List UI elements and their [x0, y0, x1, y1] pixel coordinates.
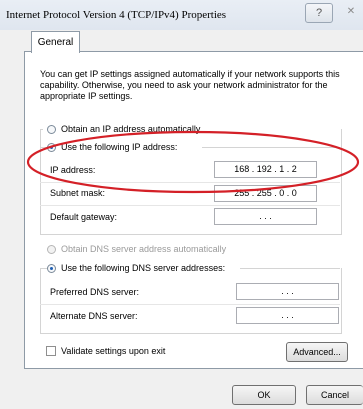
alternate-dns-label: Alternate DNS server:: [50, 311, 138, 321]
close-button[interactable]: ✕: [340, 3, 362, 21]
obtain-ip-auto-radio[interactable]: [47, 125, 56, 134]
use-following-dns-radio[interactable]: [47, 264, 56, 273]
default-gateway-label: Default gateway:: [50, 212, 118, 222]
alternate-dns-field[interactable]: . . .: [236, 307, 339, 324]
description-text: You can get IP settings assigned automat…: [40, 69, 340, 101]
ip-address-field[interactable]: 168 . 192 . 1 . 2: [214, 161, 317, 178]
row-divider: [40, 182, 340, 183]
preferred-dns-field[interactable]: . . .: [236, 283, 339, 300]
subnet-mask-field[interactable]: 255 . 255 . 0 . 0: [214, 185, 317, 202]
help-button[interactable]: ?: [305, 3, 333, 23]
use-following-ip-label[interactable]: Use the following IP address:: [61, 142, 177, 152]
validate-label[interactable]: Validate settings upon exit: [61, 346, 165, 356]
row-divider: [40, 205, 340, 206]
cancel-button[interactable]: Cancel: [306, 385, 363, 405]
obtain-dns-auto-label[interactable]: Obtain DNS server address automatically: [61, 244, 226, 254]
obtain-ip-auto-label[interactable]: Obtain an IP address automatically: [61, 124, 200, 134]
help-icon: ?: [315, 7, 323, 19]
advanced-button[interactable]: Advanced...: [286, 342, 348, 362]
dns-settings-group: [40, 268, 342, 334]
title-bar: Internet Protocol Version 4 (TCP/IPv4) P…: [0, 0, 363, 30]
ip-manual-line-right: [202, 147, 340, 148]
row-divider: [40, 304, 340, 305]
ok-button[interactable]: OK: [232, 385, 296, 405]
default-gateway-field[interactable]: . . .: [214, 208, 317, 225]
obtain-dns-auto-radio[interactable]: [47, 245, 56, 254]
ip-address-label: IP address:: [50, 165, 96, 175]
close-icon: ✕: [346, 6, 356, 17]
validate-checkbox[interactable]: [46, 346, 56, 356]
window-title: Internet Protocol Version 4 (TCP/IPv4) P…: [6, 9, 227, 21]
preferred-dns-label: Preferred DNS server:: [50, 287, 140, 297]
use-following-ip-radio[interactable]: [47, 143, 56, 152]
subnet-mask-label: Subnet mask:: [50, 188, 106, 198]
tab-general[interactable]: General: [31, 31, 80, 53]
use-following-dns-label[interactable]: Use the following DNS server addresses:: [61, 263, 225, 273]
